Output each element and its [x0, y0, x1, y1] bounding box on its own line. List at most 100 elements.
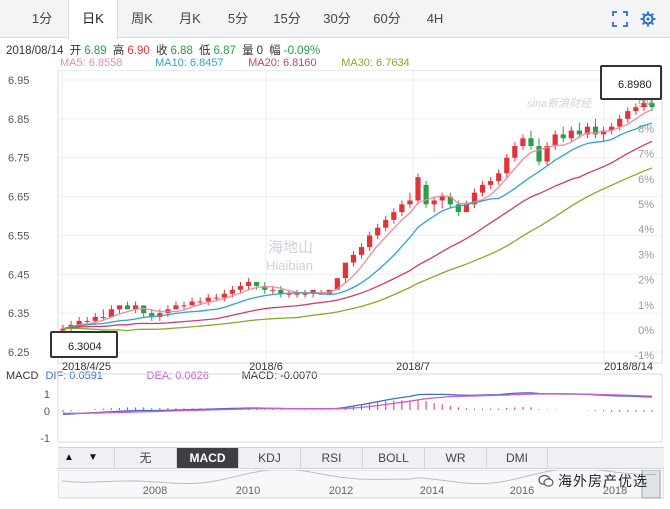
- indicator-tab-rsi[interactable]: RSI: [300, 448, 362, 468]
- info-open-label: 开: [69, 45, 82, 57]
- navigator-year-label: 2014: [420, 485, 444, 497]
- ohlc-info: 2018/08/14 开 6.89 高 6.90 收 6.88 低 6.87 量0 幅-…: [6, 42, 323, 57]
- indicator-tab-macd[interactable]: MACD: [176, 448, 238, 468]
- tab-weekly-k[interactable]: 周K: [118, 0, 166, 38]
- info-high-label: 高: [112, 45, 125, 57]
- indicator-bar: ▲ ▼ 无 MACD KDJ RSI BOLL WR DMI: [58, 447, 664, 469]
- ma20-label: MA20: 6.8160: [248, 57, 317, 69]
- candle-body: [100, 317, 106, 319]
- candle-body: [173, 305, 179, 310]
- candle-body: [399, 204, 405, 213]
- ma10-label: MA10: 6.8457: [155, 57, 224, 69]
- sina-watermark: sina新浪财经: [527, 98, 592, 110]
- candle-body: [431, 200, 437, 205]
- candle-body: [617, 118, 623, 127]
- ma5-label: MA5: 6.8558: [60, 57, 123, 69]
- navigator-year-label: 2010: [236, 485, 260, 497]
- y-pct-tick-label: 2%: [638, 275, 654, 287]
- candle-body: [302, 293, 308, 295]
- candle-body: [488, 181, 494, 185]
- navigator-year-label: 2008: [143, 485, 167, 497]
- candle-body: [84, 320, 90, 322]
- low-price-value: 6.3004: [68, 341, 102, 353]
- y-tick-label: 6.85: [8, 114, 29, 126]
- candle-body: [375, 227, 381, 236]
- indicator-tab-dmi[interactable]: DMI: [486, 448, 548, 468]
- candle-body: [504, 157, 510, 174]
- y-pct-tick-label: 1%: [638, 300, 654, 312]
- indicator-tab-wr[interactable]: WR: [424, 448, 486, 468]
- info-change-label: 幅: [269, 45, 281, 57]
- y-pct-tick-label: 0%: [638, 325, 654, 337]
- tab-4h[interactable]: 4H: [412, 0, 458, 38]
- candle-body: [641, 103, 647, 108]
- candle-body: [423, 184, 429, 205]
- y-tick-label: 6.65: [8, 192, 29, 204]
- navigator-year-label: 2012: [329, 485, 353, 497]
- macd-y-tick: 0: [44, 406, 50, 418]
- candle-body: [625, 111, 631, 119]
- y-tick-label: 6.75: [8, 153, 29, 165]
- center-watermark: 海地山: [268, 239, 314, 256]
- y-pct-tick-label: 5%: [638, 199, 654, 211]
- info-high: 6.90: [127, 45, 150, 57]
- info-volume: 0: [256, 45, 264, 57]
- tab-monthly-k[interactable]: 月K: [166, 0, 214, 38]
- info-close: 6.88: [170, 45, 193, 57]
- candle-body: [205, 297, 211, 302]
- ma-legend: MA5: 6.8558 MA10: 6.8457 MA20: 6.8160 MA…: [60, 57, 410, 70]
- scroll-up-button[interactable]: ▲: [58, 448, 80, 468]
- candle-body: [560, 134, 566, 139]
- info-low: 6.87: [213, 45, 236, 57]
- info-change: -0.09%: [283, 45, 321, 57]
- candle-body: [181, 305, 187, 307]
- y-tick-label: 6.45: [8, 269, 29, 281]
- candle-body: [116, 305, 123, 310]
- candle-body: [512, 146, 518, 158]
- y-tick-label: 6.35: [8, 308, 29, 320]
- y-pct-tick-label: 3%: [638, 249, 654, 261]
- candle-body: [552, 134, 558, 147]
- candle-body: [383, 219, 389, 228]
- y-tick-label: 6.25: [8, 347, 29, 359]
- info-volume-label: 量: [242, 45, 254, 57]
- candle-body: [92, 317, 98, 321]
- macd-chart: 1 0 -1: [40, 373, 663, 445]
- navigator-year-label: 2016: [510, 485, 534, 497]
- candle-body: [221, 293, 227, 298]
- wechat-brand: 海外房产优选: [558, 473, 648, 489]
- period-tabbar: 1分 日K 周K 月K 5分 15分 30分 60分 4H: [0, 0, 670, 39]
- indicator-tab-boll[interactable]: BOLL: [362, 448, 424, 468]
- info-low-label: 低: [199, 45, 211, 57]
- y-tick-label: 6.55: [8, 230, 29, 242]
- y-pct-tick-label: 7%: [638, 149, 654, 161]
- low-price-callout: 6.3004: [50, 331, 118, 358]
- indicator-tab-none[interactable]: 无: [114, 448, 176, 468]
- candle-body: [197, 301, 203, 303]
- tab-15min[interactable]: 15分: [262, 0, 312, 38]
- ma5-line: [62, 108, 653, 330]
- candle-body: [633, 107, 639, 112]
- ma30-line: [62, 167, 653, 332]
- tab-5min[interactable]: 5分: [214, 0, 262, 38]
- tab-60min[interactable]: 60分: [362, 0, 412, 38]
- macd-y-tick: 1: [44, 389, 50, 401]
- fullscreen-icon[interactable]: [612, 11, 628, 27]
- gear-icon[interactable]: [640, 11, 656, 27]
- tab-30min[interactable]: 30分: [312, 0, 362, 38]
- ma10-line: [62, 122, 653, 330]
- tab-1min[interactable]: 1分: [18, 0, 66, 38]
- candle-body: [245, 282, 252, 286]
- plot-frame: [57, 70, 663, 364]
- indicator-tab-kdj[interactable]: KDJ: [238, 448, 300, 468]
- info-open: 6.89: [84, 45, 107, 57]
- tab-daily-k[interactable]: 日K: [68, 0, 118, 39]
- candle-body: [350, 254, 357, 263]
- scroll-down-button[interactable]: ▼: [82, 448, 104, 468]
- candle-body: [479, 184, 486, 193]
- high-price-callout: 6.8980: [600, 65, 662, 100]
- candle-body: [237, 285, 244, 290]
- candle-body: [576, 130, 582, 135]
- wechat-icon: [538, 474, 554, 487]
- y-pct-tick-label: 6%: [638, 174, 654, 186]
